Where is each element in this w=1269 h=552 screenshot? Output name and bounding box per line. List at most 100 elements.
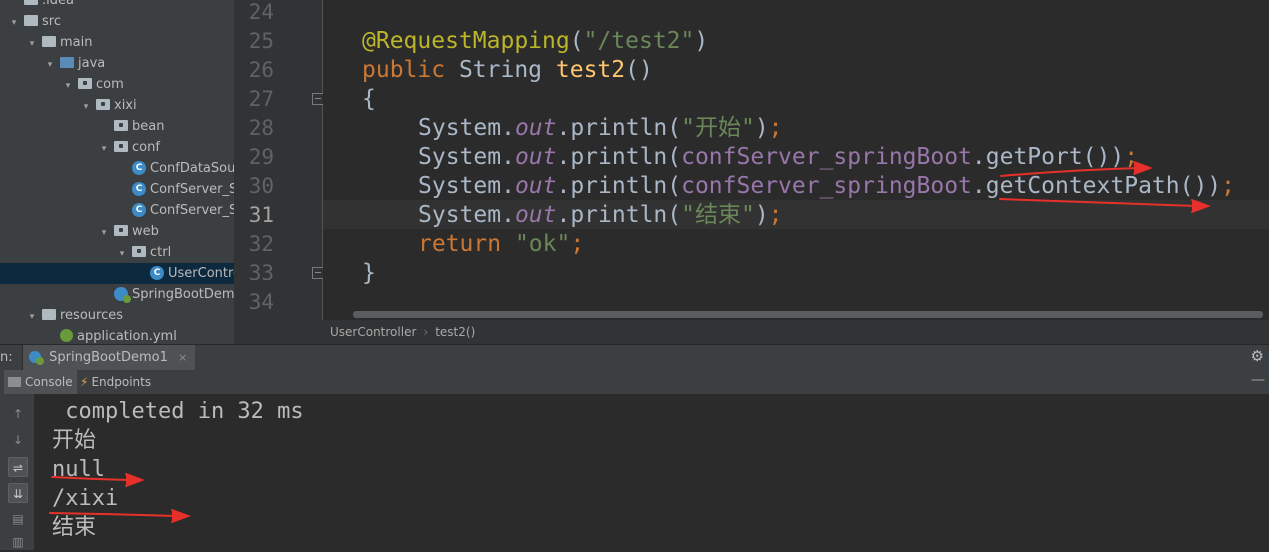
console-line: 开始: [52, 428, 97, 453]
tree-item[interactable]: C UserControlle: [0, 263, 234, 284]
spring-boot-class-icon: [114, 286, 131, 303]
breadcrumb-separator: ›: [423, 325, 429, 339]
tree-item[interactable]: ▾ src: [0, 11, 234, 32]
run-tab-springbootdemo1[interactable]: SpringBootDemo1 ×: [22, 345, 196, 370]
tree-item-label: conf: [132, 140, 160, 155]
editor-gutter: 24 25 26 27 28 29 30 31 32 33 34: [234, 0, 324, 320]
chevron-down-icon[interactable]: ▾: [98, 139, 110, 158]
code-line-32: return "ok";: [418, 231, 585, 257]
line-number: 33: [248, 261, 274, 285]
tree-item-label: SpringBootDemo1: [132, 287, 234, 302]
console-toolbar: ↑ ↓ ⇌ ⇊ ▤ ▥: [0, 394, 34, 550]
down-arrow-icon[interactable]: ↓: [8, 430, 28, 450]
folder-icon: [24, 0, 38, 5]
tree-item[interactable]: ▾ main: [0, 32, 234, 53]
package-icon: [132, 246, 146, 257]
class-icon: C: [132, 202, 146, 217]
tree-item[interactable]: ▾ ctrl: [0, 242, 234, 263]
breadcrumb-class[interactable]: UserController: [330, 325, 416, 339]
console-line: completed in 32 ms: [52, 399, 304, 424]
tree-item[interactable]: SpringBootDemo1: [0, 284, 234, 305]
console-line: /xixi: [52, 486, 119, 511]
code-line-25: @RequestMapping("/test2"): [362, 28, 709, 54]
tree-item-label: java: [78, 56, 106, 71]
tree-item[interactable]: ▾ xixi: [0, 95, 234, 116]
console-icon: [8, 376, 21, 387]
tree-item-label: application.yml: [77, 329, 177, 344]
gear-icon[interactable]: ⚙: [1251, 347, 1264, 365]
code-line-26: public String test2(): [362, 57, 653, 83]
tab-console[interactable]: Console: [4, 370, 77, 394]
code-editor[interactable]: @RequestMapping("/test2") public String …: [323, 0, 1269, 320]
tree-item[interactable]: .idea: [0, 0, 234, 11]
console-line: null: [52, 457, 105, 482]
code-line-31: System.out.println("结束");: [418, 202, 783, 228]
tree-item[interactable]: ▾ conf: [0, 137, 234, 158]
package-icon: [114, 141, 128, 152]
trash-icon[interactable]: ▥: [8, 532, 28, 552]
chevron-down-icon[interactable]: ▾: [116, 244, 128, 263]
line-number: 28: [248, 116, 274, 140]
tree-item-label: src: [42, 14, 61, 29]
print-icon[interactable]: ▤: [8, 509, 28, 529]
run-subtabs: Console ⚡ Endpoints —: [0, 370, 1269, 394]
line-number: 27: [248, 87, 274, 111]
folder-icon: [24, 15, 38, 26]
tree-item[interactable]: bean: [0, 116, 234, 137]
chevron-down-icon[interactable]: ▾: [26, 34, 38, 53]
scroll-to-end-icon[interactable]: ⇊: [8, 483, 28, 503]
chevron-down-icon[interactable]: ▾: [26, 307, 38, 326]
soft-wrap-icon[interactable]: ⇌: [8, 457, 28, 477]
line-number: 29: [248, 145, 274, 169]
line-number: 25: [248, 29, 274, 53]
line-number: 24: [248, 0, 274, 24]
line-number: 30: [248, 174, 274, 198]
yml-file-icon: [60, 329, 73, 342]
horizontal-scrollbar[interactable]: [353, 311, 1263, 318]
console-output[interactable]: completed in 32 ms 开始 null /xixi 结束: [34, 394, 1269, 550]
close-icon[interactable]: ×: [178, 351, 187, 364]
tree-item[interactable]: C ConfServer_Sprir: [0, 179, 234, 200]
spring-boot-icon: [29, 350, 44, 365]
tree-item-label: ctrl: [150, 245, 172, 260]
tree-item[interactable]: ▾ com: [0, 74, 234, 95]
tab-endpoints-label: Endpoints: [91, 375, 152, 389]
resources-folder-icon: [42, 309, 56, 320]
package-icon: [114, 120, 128, 131]
endpoints-icon: ⚡: [80, 375, 89, 389]
code-line-33: }: [362, 260, 376, 286]
chevron-down-icon[interactable]: ▾: [62, 76, 74, 95]
project-tree: .idea ▾ src ▾ main ▾ java ▾ com ▾ xixi bean ▾ conf C Co…: [0, 0, 234, 344]
tree-item[interactable]: C ConfServer_Sprir: [0, 200, 234, 221]
tree-item[interactable]: ▾ resources: [0, 305, 234, 326]
breadcrumb-method[interactable]: test2(): [435, 325, 475, 339]
chevron-down-icon[interactable]: ▾: [98, 223, 110, 242]
tree-item-label: main: [60, 35, 93, 50]
chevron-down-icon[interactable]: ▾: [44, 55, 56, 74]
console-line: 结束: [52, 515, 97, 540]
line-number: 34: [248, 290, 274, 314]
run-label: n:: [0, 350, 13, 365]
tree-item[interactable]: ▾ java: [0, 53, 234, 74]
tree-item[interactable]: C ConfDataSource: [0, 158, 234, 179]
tree-item[interactable]: ▾ web: [0, 221, 234, 242]
tree-item-label: bean: [132, 119, 165, 134]
tree-item[interactable]: application.yml: [0, 326, 234, 344]
tab-endpoints[interactable]: ⚡ Endpoints: [76, 370, 155, 394]
class-icon: C: [150, 265, 164, 280]
class-icon: C: [132, 181, 146, 196]
tree-item-label: .idea: [42, 0, 74, 8]
code-line-28: System.out.println("开始");: [418, 115, 783, 141]
tree-item-label: web: [132, 224, 159, 239]
current-line-number: 31: [248, 203, 274, 227]
chevron-down-icon[interactable]: ▾: [80, 97, 92, 116]
package-icon: [78, 78, 92, 89]
breadcrumb: UserController › test2(): [234, 320, 1269, 344]
chevron-down-icon[interactable]: ▾: [8, 13, 20, 32]
package-icon: [96, 99, 110, 110]
up-arrow-icon[interactable]: ↑: [8, 404, 28, 424]
hide-panel-icon[interactable]: —: [1251, 372, 1265, 388]
tree-item-label: UserControlle: [168, 266, 234, 281]
folder-icon: [42, 36, 56, 47]
run-tab-label: SpringBootDemo1: [49, 350, 168, 365]
